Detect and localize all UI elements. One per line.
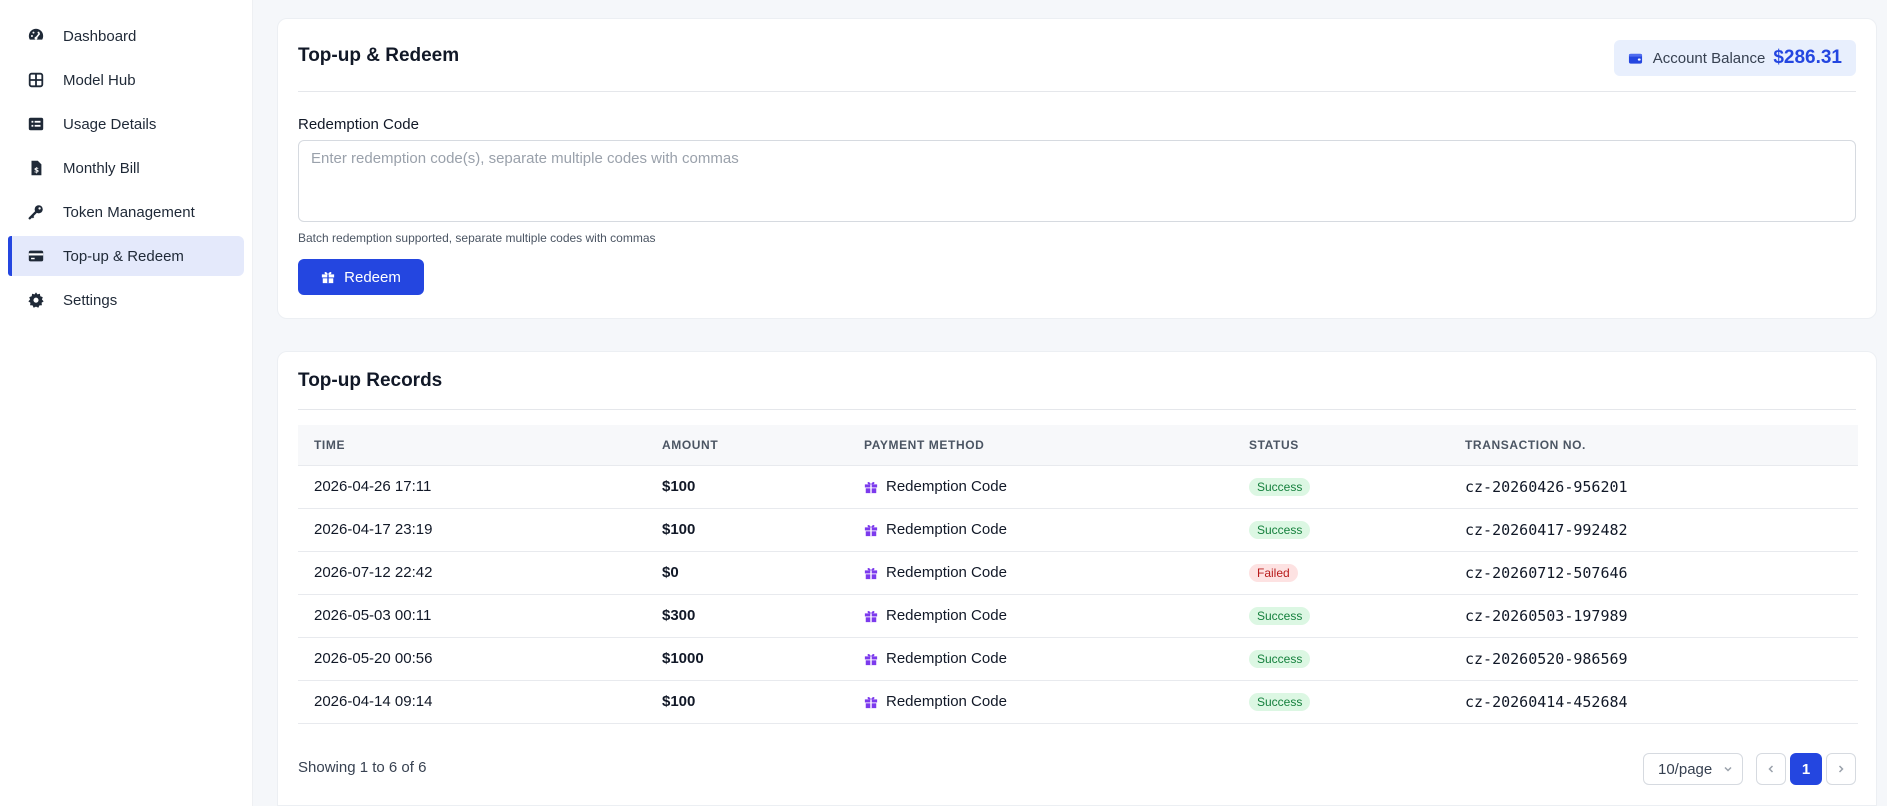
table-row: 2026-04-17 23:19 $100 Redemption Code Su…: [298, 507, 1858, 551]
gift-icon: [864, 696, 878, 708]
invoice-icon: $: [26, 158, 46, 178]
cell-amount: $100: [646, 464, 848, 508]
cell-transaction-no: cz-20260503-197989: [1449, 593, 1858, 637]
sidebar-item-dashboard[interactable]: Dashboard: [8, 16, 244, 56]
sidebar-item-usage-details[interactable]: Usage Details: [8, 104, 244, 144]
cell-method: Redemption Code: [886, 564, 1007, 581]
sidebar-item-top-up-redeem[interactable]: Top-up & Redeem: [8, 236, 244, 276]
redemption-hint: Batch redemption supported, separate mul…: [298, 231, 656, 245]
chevron-left-icon: [1768, 765, 1774, 773]
svg-text:$: $: [34, 166, 39, 175]
prev-page-button[interactable]: [1756, 753, 1786, 785]
sidebar-item-label: Dashboard: [63, 27, 137, 45]
chevron-right-icon: [1838, 765, 1844, 773]
status-badge: Success: [1249, 606, 1311, 625]
cell-amount: $300: [646, 593, 848, 637]
column-header-transaction-no: TRANSACTION NO.: [1465, 437, 1586, 452]
table-row: 2026-05-03 00:11 $300 Redemption Code Su…: [298, 593, 1858, 637]
gift-icon: [864, 653, 878, 665]
list-icon: [26, 114, 46, 134]
sidebar: Dashboard Model Hub Usage Details $ Mont…: [0, 0, 253, 806]
page-number-button[interactable]: 1: [1790, 753, 1822, 785]
key-icon: [26, 202, 46, 222]
status-badge: Success: [1249, 520, 1311, 539]
gift-icon: [864, 524, 878, 536]
cell-transaction-no: cz-20260414-452684: [1449, 679, 1858, 724]
gauge-icon: [26, 26, 46, 46]
gift-icon: [864, 610, 878, 622]
grid-icon: [26, 70, 46, 90]
gift-icon: [864, 481, 878, 493]
gear-icon: [26, 290, 46, 310]
sidebar-item-label: Token Management: [63, 203, 195, 221]
status-badge: Success: [1249, 477, 1311, 496]
cell-time: 2026-04-26 17:11: [298, 464, 646, 508]
status-badge: Failed: [1249, 563, 1298, 582]
cell-time: 2026-05-03 00:11: [298, 593, 646, 637]
cell-transaction-no: cz-20260417-992482: [1449, 507, 1858, 551]
chevron-down-icon: [1724, 766, 1732, 772]
table-row: 2026-04-14 09:14 $100 Redemption Code Su…: [298, 679, 1858, 724]
cell-transaction-no: cz-20260426-956201: [1449, 464, 1858, 508]
balance-value: $286.31: [1773, 47, 1842, 68]
cell-method: Redemption Code: [886, 693, 1007, 710]
page-size-select[interactable]: 10/page: [1643, 753, 1743, 785]
divider: [298, 91, 1856, 92]
sidebar-item-label: Settings: [63, 291, 118, 309]
redeem-button[interactable]: Redeem: [298, 259, 424, 295]
cell-amount: $1000: [646, 636, 848, 680]
table-row: 2026-07-12 22:42 $0 Redemption Code Fail…: [298, 550, 1858, 594]
cell-method: Redemption Code: [886, 478, 1007, 495]
table-row: 2026-04-26 17:11 $100 Redemption Code Su…: [298, 464, 1858, 508]
divider: [298, 409, 1856, 410]
balance-label: Account Balance: [1652, 49, 1766, 67]
cell-transaction-no: cz-20260520-986569: [1449, 636, 1858, 680]
cell-method: Redemption Code: [886, 607, 1007, 624]
sidebar-item-label: Usage Details: [63, 115, 157, 133]
redemption-code-input[interactable]: [298, 140, 1856, 222]
cell-method: Redemption Code: [886, 521, 1007, 538]
page-size-value: 10/page: [1658, 760, 1713, 778]
sidebar-item-label: Top-up & Redeem: [63, 247, 184, 265]
sidebar-item-settings[interactable]: Settings: [8, 280, 244, 320]
pagination-summary: Showing 1 to 6 of 6: [298, 759, 427, 776]
gift-icon: [322, 272, 335, 284]
column-header-payment-method: PAYMENT METHOD: [864, 437, 985, 452]
cell-method: Redemption Code: [886, 650, 1007, 667]
sidebar-item-model-hub[interactable]: Model Hub: [8, 60, 244, 100]
status-badge: Success: [1249, 649, 1311, 668]
cell-time: 2026-07-12 22:42: [298, 550, 646, 594]
column-header-status: STATUS: [1249, 437, 1299, 452]
sidebar-item-monthly-bill[interactable]: $ Monthly Bill: [8, 148, 244, 188]
cell-time: 2026-05-20 00:56: [298, 636, 646, 680]
cell-amount: $0: [646, 550, 848, 594]
sidebar-item-token-management[interactable]: Token Management: [8, 192, 244, 232]
wallet-icon: [1628, 51, 1643, 66]
cell-time: 2026-04-17 23:19: [298, 507, 646, 551]
page-title: Top-up & Redeem: [298, 45, 460, 66]
next-page-button[interactable]: [1826, 753, 1856, 785]
column-header-time: TIME: [314, 437, 346, 452]
table-header-row: TIME AMOUNT PAYMENT METHOD STATUS TRANSA…: [298, 425, 1858, 465]
redeem-card: Top-up & Redeem Account Balance $286.31 …: [277, 18, 1877, 319]
sidebar-item-label: Model Hub: [63, 71, 136, 89]
account-balance: Account Balance $286.31: [1613, 40, 1856, 76]
gift-icon: [864, 567, 878, 579]
redeem-button-label: Redeem: [344, 268, 401, 286]
records-title: Top-up Records: [298, 370, 443, 391]
records-table: TIME AMOUNT PAYMENT METHOD STATUS TRANSA…: [298, 425, 1858, 724]
sidebar-item-label: Monthly Bill: [63, 159, 140, 177]
redemption-code-label: Redemption Code: [298, 116, 419, 133]
table-row: 2026-05-20 00:56 $1000 Redemption Code S…: [298, 636, 1858, 680]
status-badge: Success: [1249, 692, 1311, 711]
cell-time: 2026-04-14 09:14: [298, 679, 646, 724]
cell-amount: $100: [646, 507, 848, 551]
records-card: Top-up Records TIME AMOUNT PAYMENT METHO…: [277, 351, 1877, 806]
column-header-amount: AMOUNT: [662, 437, 719, 452]
cell-amount: $100: [646, 679, 848, 724]
cell-transaction-no: cz-20260712-507646: [1449, 550, 1858, 594]
credit-card-icon: [26, 246, 46, 266]
